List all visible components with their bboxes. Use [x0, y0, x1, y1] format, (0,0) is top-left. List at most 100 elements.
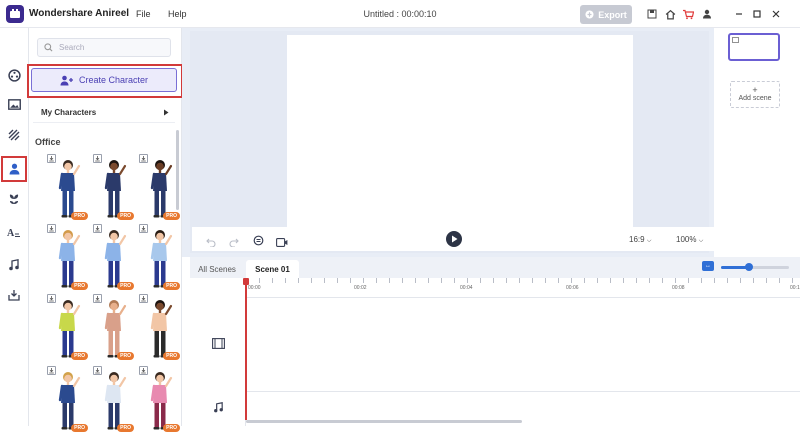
- playhead-line[interactable]: [245, 278, 247, 420]
- character-card[interactable]: PRO: [93, 154, 138, 222]
- ruler-label: 00:08: [672, 285, 685, 291]
- title-bar: Wondershare Anireel File Help Untitled :…: [0, 0, 800, 28]
- ruler-label: 00:02: [354, 285, 367, 291]
- character-card[interactable]: PRO: [93, 366, 138, 434]
- rail-templates[interactable]: [3, 64, 25, 86]
- rail-backgrounds[interactable]: [3, 124, 25, 146]
- fit-timeline-icon[interactable]: ↔: [702, 261, 714, 271]
- rail-text[interactable]: A: [3, 222, 25, 244]
- app-name: Wondershare Anireel: [29, 8, 130, 19]
- rail-import[interactable]: [3, 284, 25, 306]
- export-icon: [585, 10, 594, 19]
- character-card[interactable]: PRO: [47, 224, 92, 292]
- zoom-slider-handle[interactable]: [745, 263, 753, 271]
- cart-icon[interactable]: [681, 7, 695, 21]
- person-icon: [9, 163, 19, 175]
- time-ruler[interactable]: 00:00 00:02 00:04 00:06 00:08 00:1: [246, 278, 800, 298]
- flower-icon: [9, 194, 19, 204]
- track-divider: [246, 391, 800, 392]
- undo-icon[interactable]: [206, 234, 216, 252]
- app-logo: [6, 5, 24, 23]
- character-card[interactable]: PRO: [139, 154, 184, 222]
- pro-badge: PRO: [71, 424, 88, 432]
- pro-badge: PRO: [71, 352, 88, 360]
- zoom-select[interactable]: 100% ⌵: [676, 235, 703, 245]
- rail-music[interactable]: [3, 254, 25, 276]
- character-card[interactable]: PRO: [139, 366, 184, 434]
- maximize-icon[interactable]: [750, 7, 764, 21]
- timeline-zoom-slider[interactable]: [721, 263, 789, 271]
- scene-panel: + Add scene: [714, 28, 800, 257]
- ruler-ticks: [246, 278, 800, 283]
- replace-icon[interactable]: [253, 233, 264, 251]
- video-track-icon: [212, 336, 225, 354]
- image-icon: [7, 98, 21, 110]
- plus-icon: +: [752, 85, 758, 95]
- tab-scene-01[interactable]: Scene 01: [246, 260, 299, 278]
- scene-thumbnail[interactable]: [728, 33, 780, 61]
- aspect-ratio-select[interactable]: 16:9 ⌵: [629, 235, 651, 245]
- play-icon: [451, 235, 457, 243]
- close-icon[interactable]: [769, 7, 783, 21]
- export-button[interactable]: Export: [580, 5, 632, 24]
- character-card[interactable]: PRO: [93, 294, 138, 362]
- download-tray-icon: [8, 290, 20, 301]
- canvas-container: [190, 31, 709, 253]
- pro-badge: PRO: [117, 212, 134, 220]
- menu-help[interactable]: Help: [168, 9, 187, 19]
- zoom-value: 100%: [676, 235, 697, 244]
- character-card[interactable]: PRO: [139, 294, 184, 362]
- pro-badge: PRO: [71, 212, 88, 220]
- home-icon[interactable]: [663, 7, 677, 21]
- play-button[interactable]: [446, 231, 462, 247]
- svg-text:A: A: [7, 228, 15, 239]
- rail-media[interactable]: [3, 93, 25, 115]
- playhead-handle[interactable]: [243, 278, 249, 285]
- character-grid: PRO PRO PRO PRO PRO PRO PRO PRO PRO PRO PRO PRO: [29, 28, 180, 432]
- character-card[interactable]: PRO: [47, 294, 92, 362]
- rail-characters[interactable]: [1, 156, 27, 182]
- ruler-label: 00:00: [248, 285, 261, 291]
- redo-icon[interactable]: [229, 234, 239, 252]
- music-note-icon: [9, 259, 19, 271]
- add-scene-label: Add scene: [738, 95, 772, 102]
- chevron-down-icon: ⌵: [646, 238, 652, 244]
- pattern-icon: [8, 129, 20, 141]
- ruler-label: 00:04: [460, 285, 473, 291]
- minimize-icon[interactable]: [732, 7, 746, 21]
- track-headers: [190, 278, 246, 426]
- save-icon[interactable]: [645, 7, 659, 21]
- pro-badge: PRO: [163, 282, 180, 290]
- character-card[interactable]: PRO: [47, 366, 92, 434]
- timeline-tabs: All Scenes Scene 01 ↔: [190, 257, 800, 278]
- aspect-ratio-value: 16:9: [629, 235, 645, 244]
- camera-icon[interactable]: [276, 234, 288, 252]
- chevron-down-icon: ⌵: [698, 238, 704, 244]
- text-icon: A: [7, 228, 20, 239]
- pro-badge: PRO: [117, 352, 134, 360]
- timeline-scrollbar[interactable]: [246, 420, 522, 423]
- ruler-label: 00:1: [790, 285, 800, 291]
- stage-canvas[interactable]: [287, 35, 633, 228]
- pro-badge: PRO: [163, 424, 180, 432]
- character-card[interactable]: PRO: [47, 154, 92, 222]
- scene-index-icon: [732, 37, 739, 43]
- pro-badge: PRO: [163, 212, 180, 220]
- left-rail: A: [0, 28, 29, 426]
- character-card[interactable]: PRO: [139, 224, 184, 292]
- rail-props[interactable]: [3, 188, 25, 210]
- ruler-label: 00:06: [566, 285, 579, 291]
- menu-file[interactable]: File: [136, 9, 151, 19]
- preview-area: [182, 28, 800, 257]
- audio-track-icon: [213, 400, 224, 418]
- pro-badge: PRO: [117, 424, 134, 432]
- pro-badge: PRO: [163, 352, 180, 360]
- character-card[interactable]: PRO: [93, 224, 138, 292]
- film-reel-icon: [7, 68, 21, 82]
- document-title: Untitled : 00:00:10: [363, 9, 437, 19]
- account-icon[interactable]: [700, 7, 714, 21]
- pro-badge: PRO: [117, 282, 134, 290]
- add-scene-button[interactable]: + Add scene: [730, 81, 780, 108]
- playback-controls: 16:9 ⌵ 100% ⌵: [192, 227, 714, 251]
- tab-all-scenes[interactable]: All Scenes: [194, 260, 240, 278]
